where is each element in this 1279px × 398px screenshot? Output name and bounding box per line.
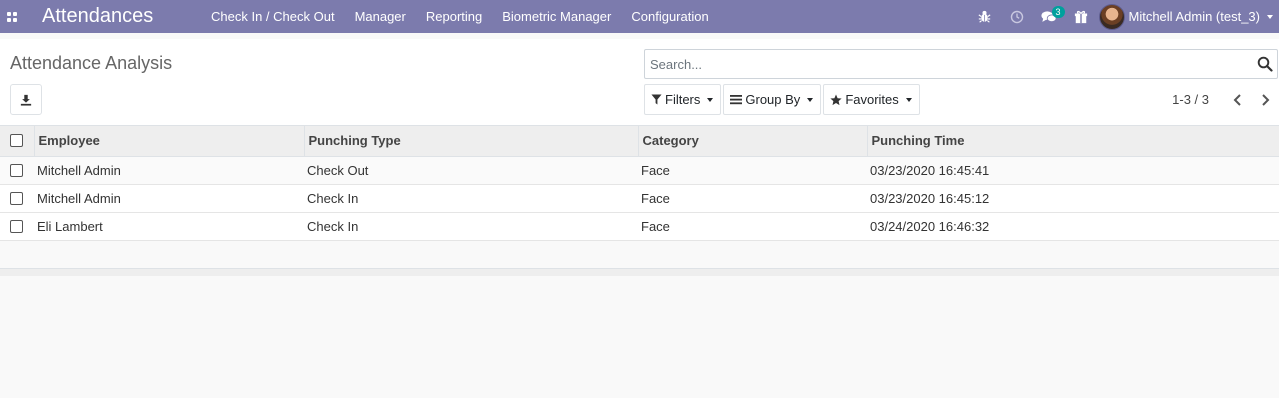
table-row[interactable]: Mitchell Admin Check In Face 03/23/2020 … (0, 184, 1279, 212)
chevron-down-icon (1267, 14, 1273, 19)
pager-previous-button[interactable] (1223, 84, 1251, 115)
search-box (644, 49, 1278, 79)
messages-icon[interactable]: 3 (1033, 0, 1065, 33)
row-checkbox[interactable] (10, 219, 23, 233)
download-icon (20, 94, 32, 106)
systray: 3 Mitchell Admin (test_3) (969, 0, 1279, 33)
row-select-cell (0, 212, 34, 240)
cell-category: Face (641, 162, 670, 178)
column-header-punching-type[interactable]: Punching Type (304, 126, 639, 156)
menu-manager[interactable]: Manager (345, 0, 416, 33)
chevron-down-icon (807, 97, 814, 102)
bars-icon (730, 95, 743, 105)
chevron-down-icon (905, 97, 912, 102)
filters-label: Filters (665, 92, 701, 107)
select-all-cell (0, 126, 35, 156)
menu-reporting[interactable]: Reporting (416, 0, 492, 33)
cell-employee: Mitchell Admin (37, 162, 121, 178)
attendance-table: Employee Punching Type Category Punching… (0, 126, 1279, 241)
search-icon[interactable] (1257, 56, 1273, 72)
download-button[interactable] (10, 84, 42, 115)
group-by-label: Group By (745, 92, 801, 107)
bug-icon[interactable] (969, 0, 1001, 33)
row-select-cell (0, 184, 34, 212)
column-header-punching-time[interactable]: Punching Time (867, 126, 1279, 156)
chevron-right-icon (1261, 93, 1269, 106)
attendance-list: Employee Punching Type Category Punching… (0, 126, 1279, 241)
chevron-down-icon (707, 97, 714, 102)
group-by-button[interactable]: Group By (723, 84, 822, 115)
row-checkbox[interactable] (10, 163, 23, 177)
control-panel: Attendance Analysis Filters Group By Fav… (0, 39, 1279, 126)
row-checkbox[interactable] (10, 191, 23, 205)
pager: 1-3 / 3 (1172, 84, 1279, 115)
cell-punching-type: Check Out (307, 162, 369, 178)
select-all-checkbox[interactable] (10, 134, 23, 148)
menu-configuration[interactable]: Configuration (621, 0, 718, 33)
user-name: Mitchell Admin (test_3) (1128, 9, 1261, 24)
table-header: Employee Punching Type Category Punching… (0, 126, 1279, 156)
cell-employee: Eli Lambert (37, 218, 103, 234)
cell-punching-time: 03/24/2020 16:46:32 (870, 218, 990, 234)
messages-badge: 3 (1051, 6, 1065, 18)
apps-menu-icon[interactable] (0, 0, 22, 33)
app-title[interactable]: Attendances (42, 5, 201, 28)
user-menu[interactable]: Mitchell Admin (test_3) (1097, 0, 1279, 33)
main-menu: Check In / Check Out Manager Reporting B… (201, 0, 719, 33)
filters-button[interactable]: Filters (644, 84, 722, 115)
filter-icon (651, 94, 662, 105)
clock-icon[interactable] (1001, 0, 1033, 33)
cell-punching-time: 03/23/2020 16:45:41 (870, 162, 990, 178)
search-options: Filters Group By Favorites (644, 84, 922, 115)
menu-biometric-manager[interactable]: Biometric Manager (492, 0, 621, 33)
chevron-left-icon (1233, 93, 1241, 106)
table-row[interactable]: Eli Lambert Check In Face 03/24/2020 16:… (0, 212, 1279, 240)
cell-punching-time: 03/23/2020 16:45:12 (870, 190, 990, 206)
gift-icon[interactable] (1065, 0, 1097, 33)
cell-punching-type: Check In (307, 190, 359, 206)
column-header-category[interactable]: Category (638, 126, 868, 156)
cell-employee: Mitchell Admin (37, 190, 121, 206)
row-select-cell (0, 156, 34, 184)
avatar (1098, 3, 1125, 30)
pager-value[interactable]: 1-3 / 3 (1172, 92, 1209, 107)
list-footer (0, 268, 1279, 276)
cell-category: Face (641, 190, 670, 206)
cell-punching-type: Check In (307, 218, 359, 234)
column-header-employee[interactable]: Employee (34, 126, 305, 156)
pager-next-button[interactable] (1251, 84, 1279, 115)
breadcrumb: Attendance Analysis (10, 53, 173, 73)
favorites-label: Favorites (845, 92, 899, 107)
search-input[interactable] (645, 50, 1245, 78)
table-row[interactable]: Mitchell Admin Check Out Face 03/23/2020… (0, 156, 1279, 184)
menu-check-in-check-out[interactable]: Check In / Check Out (201, 0, 345, 33)
top-navbar: Attendances Check In / Check Out Manager… (0, 0, 1279, 33)
cell-category: Face (641, 218, 670, 234)
favorites-button[interactable]: Favorites (823, 84, 920, 115)
star-icon (830, 94, 842, 105)
